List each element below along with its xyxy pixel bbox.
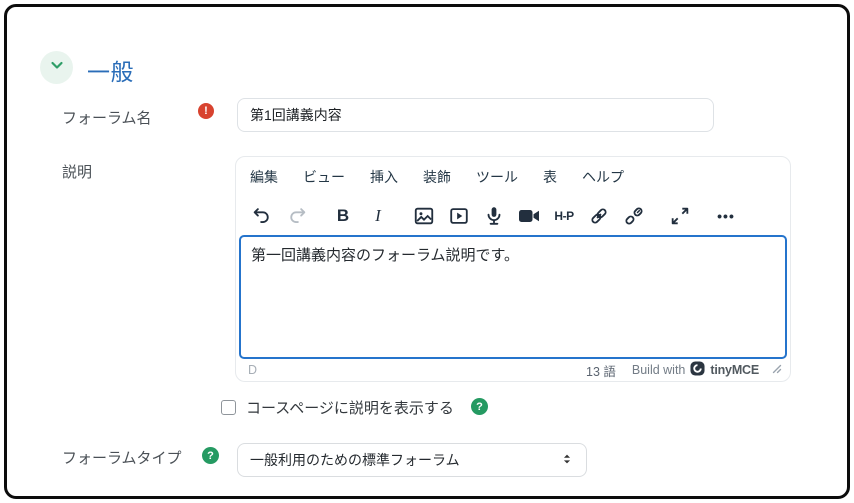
forum-type-label: フォーラムタイプ xyxy=(62,450,182,467)
branding-name: tinyMCE xyxy=(710,363,759,377)
help-icon[interactable]: ? xyxy=(202,447,219,464)
collapse-section-button[interactable] xyxy=(40,51,73,84)
link-icon[interactable] xyxy=(587,204,611,228)
undo-icon[interactable] xyxy=(250,204,274,228)
menu-format[interactable]: 装飾 xyxy=(423,167,451,187)
menu-tools[interactable]: ツール xyxy=(476,167,518,187)
editor-paragraph: 第一回講義内容のフォーラム説明です。 xyxy=(251,247,520,264)
editor-statusbar: D 13 語 Build with tinyMCE xyxy=(236,359,790,381)
forum-name-input[interactable] xyxy=(237,98,714,132)
editor-toolbar: B I H-P ••• xyxy=(236,197,790,235)
help-icon[interactable]: ? xyxy=(471,398,488,415)
record-video-icon[interactable] xyxy=(517,204,541,228)
record-audio-icon[interactable] xyxy=(482,204,506,228)
unlink-icon[interactable] xyxy=(622,204,646,228)
show-description-label: コースページに説明を表示する xyxy=(246,400,454,417)
fullscreen-icon[interactable] xyxy=(668,204,692,228)
show-description-checkbox[interactable] xyxy=(221,400,236,415)
description-label: 説明 xyxy=(62,164,93,181)
forum-settings-form: 一般 フォーラム名 ! 説明 編集 ビュー 挿入 装飾 ツール 表 ヘルプ B … xyxy=(4,4,850,499)
forum-name-label: フォーラム名 xyxy=(62,110,152,127)
resize-handle-icon[interactable] xyxy=(771,363,782,377)
media-icon[interactable] xyxy=(447,204,471,228)
select-arrows-icon xyxy=(560,452,574,469)
tinymce-logo-icon xyxy=(690,361,705,379)
required-icon: ! xyxy=(198,103,214,119)
menu-insert[interactable]: 挿入 xyxy=(370,167,398,187)
redo-icon[interactable] xyxy=(285,204,309,228)
tinymce-editor: 編集 ビュー 挿入 装飾 ツール 表 ヘルプ B I H-P ••• 第一回講義… xyxy=(235,156,791,382)
branding-prefix: Build with xyxy=(631,363,686,377)
tinymce-branding[interactable]: Build with tinyMCE xyxy=(632,361,759,379)
editor-content-area[interactable]: 第一回講義内容のフォーラム説明です。 xyxy=(239,235,787,359)
more-toolbar-icon[interactable]: ••• xyxy=(714,204,738,228)
section-title: 一般 xyxy=(87,59,134,85)
forum-type-selected-option: 一般利用のための標準フォーラム xyxy=(250,452,460,468)
menu-table[interactable]: 表 xyxy=(543,167,557,187)
editor-menubar: 編集 ビュー 挿入 装飾 ツール 表 ヘルプ xyxy=(236,157,790,197)
menu-view[interactable]: ビュー xyxy=(303,167,345,187)
image-icon[interactable] xyxy=(412,204,436,228)
italic-icon[interactable]: I xyxy=(366,204,390,228)
h5p-icon[interactable]: H-P xyxy=(552,204,576,228)
menu-edit[interactable]: 編集 xyxy=(250,167,278,187)
forum-type-select[interactable]: 一般利用のための標準フォーラム xyxy=(237,443,587,477)
chevron-down-icon xyxy=(49,57,65,78)
word-count[interactable]: 13 語 xyxy=(586,361,616,380)
menu-help[interactable]: ヘルプ xyxy=(582,167,624,187)
bold-icon[interactable]: B xyxy=(331,204,355,228)
element-path[interactable]: D xyxy=(248,363,257,377)
